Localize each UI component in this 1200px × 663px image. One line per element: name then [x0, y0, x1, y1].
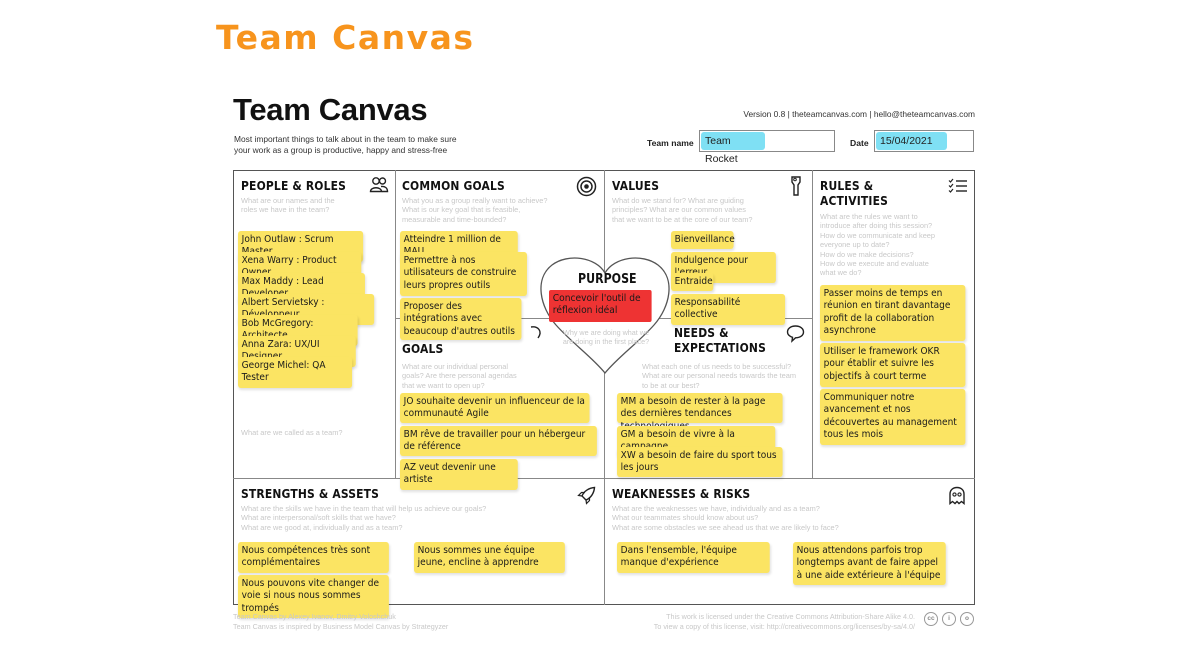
hint-line: introduce after doing this session?	[820, 221, 933, 231]
subtitle-line: your work as a group is productive, happ…	[234, 144, 448, 155]
sticky-note[interactable]: Utiliser le framework OKR pour établir e…	[820, 343, 966, 387]
sticky-note[interactable]: Nous attendons parfois trop longtemps av…	[793, 542, 946, 585]
hint-line: What are we good at, individually and as…	[241, 522, 403, 532]
hint-line: What you as a group really want to achie…	[402, 196, 548, 205]
speech-bubble-icon	[786, 325, 805, 343]
flashlight-icon	[791, 176, 801, 196]
section-title: GOALS	[402, 341, 444, 356]
footer-credits: Team Canvas by Alexey Ivanov, Dmitry Vol…	[233, 612, 448, 631]
hint-line: principles? What are our common values	[612, 205, 746, 215]
hint-line: What are our individual personal	[402, 362, 508, 371]
target-icon	[576, 176, 597, 197]
sticky-note[interactable]: Responsabilité collective	[671, 294, 786, 325]
grid-divider	[812, 170, 813, 478]
section-hint: What are our names and the roles we have…	[241, 196, 335, 215]
title-line: EXPECTATIONS	[674, 340, 767, 355]
hint-line: what we do?	[820, 268, 862, 278]
hint-line: that we want to open up?	[402, 380, 485, 390]
hint-line: What do we stand for? What are guiding	[612, 196, 744, 205]
team-name-value: Team Rocket	[701, 132, 765, 165]
hint-line: What are the rules we want to	[820, 212, 918, 221]
footer-line: Team Canvas is inspired by Business Mode…	[233, 621, 449, 631]
section-hint: What are the weaknesses we have, individ…	[612, 504, 839, 532]
rocket-icon	[577, 486, 596, 505]
sticky-note[interactable]: George Michel: QA Tester	[238, 357, 353, 388]
hint-line: goals? Are there personal agendas	[402, 371, 517, 381]
section-title: WEAKNESSES & RISKS	[612, 486, 751, 501]
hint-line: What are the weaknesses we have, individ…	[612, 504, 820, 513]
grid-divider	[395, 170, 396, 478]
section-hint: What are our individual personal goals? …	[402, 362, 517, 390]
sticky-note[interactable]: Proposer des intégrations avec beaucoup …	[400, 298, 522, 340]
sticky-note[interactable]: AZ veut devenir une artiste	[400, 459, 518, 490]
people-icon	[369, 177, 389, 193]
sticky-note[interactable]: Communiquer notre avancement et nos déco…	[820, 389, 966, 445]
sticky-note[interactable]: Bienveillance	[671, 231, 735, 250]
sticky-note[interactable]: Entraide	[671, 273, 714, 292]
hint-line: What are interpersonal/soft skills that …	[241, 513, 396, 523]
purpose-sticky-note[interactable]: Concevoir l'outil de réflexion idéal	[549, 290, 652, 322]
sticky-note[interactable]: JO souhaite devenir un influenceur de la…	[400, 393, 590, 423]
subtitle-line: Most important things to talk about in t…	[234, 134, 457, 144]
team-name-field[interactable]: Team Rocket	[699, 130, 835, 165]
section-title: STRENGTHS & ASSETS	[241, 486, 380, 501]
hint-line: How do we execute and evaluate	[820, 259, 929, 269]
section-title: NEEDS & EXPECTATIONS	[674, 325, 766, 355]
hint-line: that we want to be at the core of our te…	[612, 214, 753, 224]
share-alike-icon: o	[960, 612, 974, 626]
section-title: RULES & ACTIVITIES	[820, 178, 888, 208]
hint-line: What our teammates should know about us?	[612, 513, 759, 523]
brand-title: Team Canvas	[216, 18, 475, 57]
footer-license: This work is licensed under the Creative…	[640, 612, 915, 631]
sticky-note[interactable]: Dans l'ensemble, l'équipe manque d'expér…	[617, 542, 770, 573]
team-name-label: Team name	[647, 138, 694, 148]
sticky-note[interactable]: Nous sommes une équipe jeune, encline à …	[414, 542, 565, 573]
date-field[interactable]: 15/04/2021	[874, 130, 974, 152]
section-title: PURPOSE	[578, 272, 637, 287]
team-name-hint: What are we called as a team?	[241, 428, 343, 437]
section-title: PEOPLE & ROLES	[241, 178, 347, 193]
section-hint: What are the rules we want to introduce …	[820, 212, 935, 278]
date-label: Date	[850, 138, 869, 148]
section-hint: Why we are doing what we are doing in th…	[562, 328, 650, 346]
hint-line: everyone up to date?	[820, 240, 890, 250]
sticky-note[interactable]: Permettre à nos utilisateurs de construi…	[400, 252, 527, 296]
hint-line: What are our names and the	[241, 196, 335, 205]
document-subtitle: Most important things to talk about in t…	[234, 134, 474, 155]
title-line: RULES &	[820, 178, 874, 193]
hint-line: What is our key goal that is feasible,	[402, 205, 521, 215]
footer-line: This work is licensed under the Creative…	[666, 612, 915, 621]
section-title: COMMON GOALS	[402, 178, 505, 193]
ghost-icon	[949, 486, 965, 505]
sticky-note[interactable]: Nous compétences très sont complémentair…	[238, 542, 389, 573]
sticky-note[interactable]: MM a besoin de rester à la page des dern…	[617, 393, 783, 432]
hint-line: How do we communicate and keep	[820, 230, 936, 240]
version-contact-line: Version 0.8 | theteamcanvas.com | hello@…	[743, 109, 975, 119]
grid-divider	[604, 170, 605, 605]
hint-line: roles we have in the team?	[241, 205, 330, 215]
hint-line: How do we make decisions?	[820, 249, 914, 259]
title-line: ACTIVITIES	[820, 193, 889, 208]
sticky-note[interactable]: Passer moins de temps en réunion en tira…	[820, 285, 966, 341]
section-hint: What you as a group really want to achie…	[402, 196, 547, 224]
attribution-icon: i	[942, 612, 956, 626]
sticky-note[interactable]: BM rêve de travailler pour un hébergeur …	[400, 426, 597, 456]
checklist-icon	[948, 178, 967, 193]
section-hint: What are the skills we have in the team …	[241, 504, 486, 532]
date-value: 15/04/2021	[876, 132, 947, 150]
title-line: NEEDS &	[674, 325, 729, 340]
hint-line: to be at our best?	[642, 380, 700, 390]
hint-line: What are some obstacles we see ahead us …	[612, 522, 839, 532]
hint-line: What are the skills we have in the team …	[241, 504, 487, 513]
footer-line: To view a copy of this license, visit: h…	[653, 621, 915, 631]
footer-line: Team Canvas by Alexey Ivanov, Dmitry Vol…	[233, 612, 396, 621]
sticky-note[interactable]: XW a besoin de faire du sport tous les j…	[617, 447, 783, 477]
section-title: VALUES	[612, 178, 660, 193]
section-hint: What do we stand for? What are guiding p…	[612, 196, 753, 224]
hint-line: measurable and time-bounded?	[402, 214, 507, 224]
grid-divider	[233, 478, 975, 479]
cc-license-icon: cc	[924, 612, 938, 626]
document-title: Team Canvas	[233, 92, 428, 127]
